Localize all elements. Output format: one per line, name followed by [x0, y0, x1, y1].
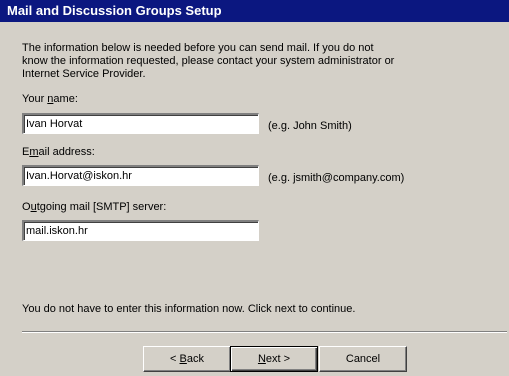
name-label: Your name:	[22, 93, 78, 105]
name-input[interactable]	[22, 113, 259, 134]
email-input[interactable]	[22, 165, 259, 186]
dialog-title: Mail and Discussion Groups Setup	[0, 0, 509, 22]
setup-dialog: Mail and Discussion Groups Setup The inf…	[0, 0, 509, 376]
next-button[interactable]: Next >	[230, 346, 318, 372]
email-hint: (e.g. jsmith@company.com)	[268, 172, 405, 184]
intro-text: The information below is needed before y…	[22, 42, 395, 80]
smtp-label: Outgoing mail [SMTP] server:	[22, 201, 167, 213]
name-hint: (e.g. John Smith)	[268, 120, 352, 132]
separator-line	[22, 331, 507, 333]
back-button[interactable]: < Back	[143, 346, 231, 372]
email-label: Email address:	[22, 146, 95, 158]
footnote-text: You do not have to enter this informatio…	[22, 303, 356, 315]
cancel-button[interactable]: Cancel	[319, 346, 407, 372]
smtp-input[interactable]	[22, 220, 259, 241]
